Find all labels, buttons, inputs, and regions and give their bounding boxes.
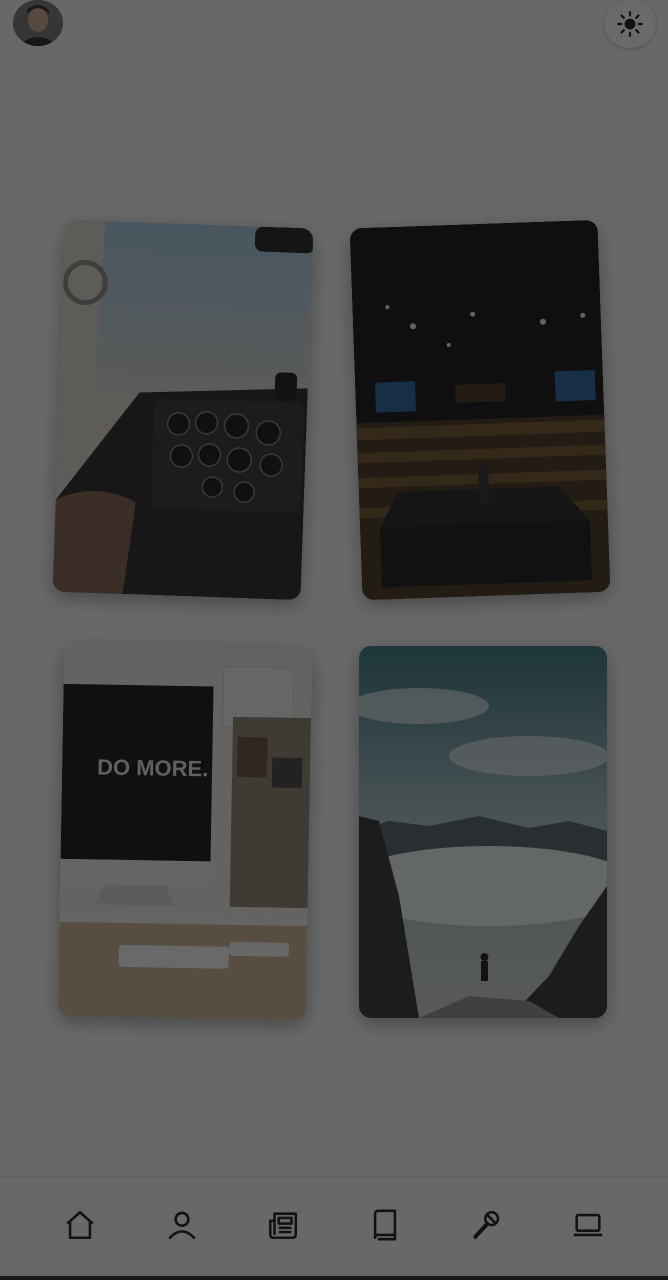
laptop-icon xyxy=(573,1213,603,1237)
nav-book[interactable] xyxy=(365,1205,405,1245)
screen-text: DO MORE. xyxy=(97,754,209,781)
microphone-icon xyxy=(473,1210,500,1240)
app-screen: DO MORE. xyxy=(0,0,668,1280)
photo-desk-computer[interactable]: DO MORE. xyxy=(57,643,313,1021)
newspaper-icon xyxy=(268,1212,298,1240)
photo-gallery: DO MORE. xyxy=(0,0,668,1100)
nav-profile[interactable] xyxy=(162,1205,202,1245)
photo-mountain[interactable] xyxy=(359,646,607,1018)
nav-projects[interactable] xyxy=(568,1205,608,1245)
nav-podcast[interactable] xyxy=(466,1205,506,1245)
photo-conference[interactable] xyxy=(349,219,611,601)
photo-cockpit[interactable] xyxy=(52,219,314,601)
user-icon xyxy=(168,1211,196,1240)
system-bar xyxy=(0,1276,668,1280)
nav-news[interactable] xyxy=(263,1205,303,1245)
home-icon xyxy=(66,1210,94,1240)
book-icon xyxy=(373,1209,397,1241)
bottom-navigation xyxy=(0,1176,668,1276)
nav-home[interactable] xyxy=(60,1205,100,1245)
